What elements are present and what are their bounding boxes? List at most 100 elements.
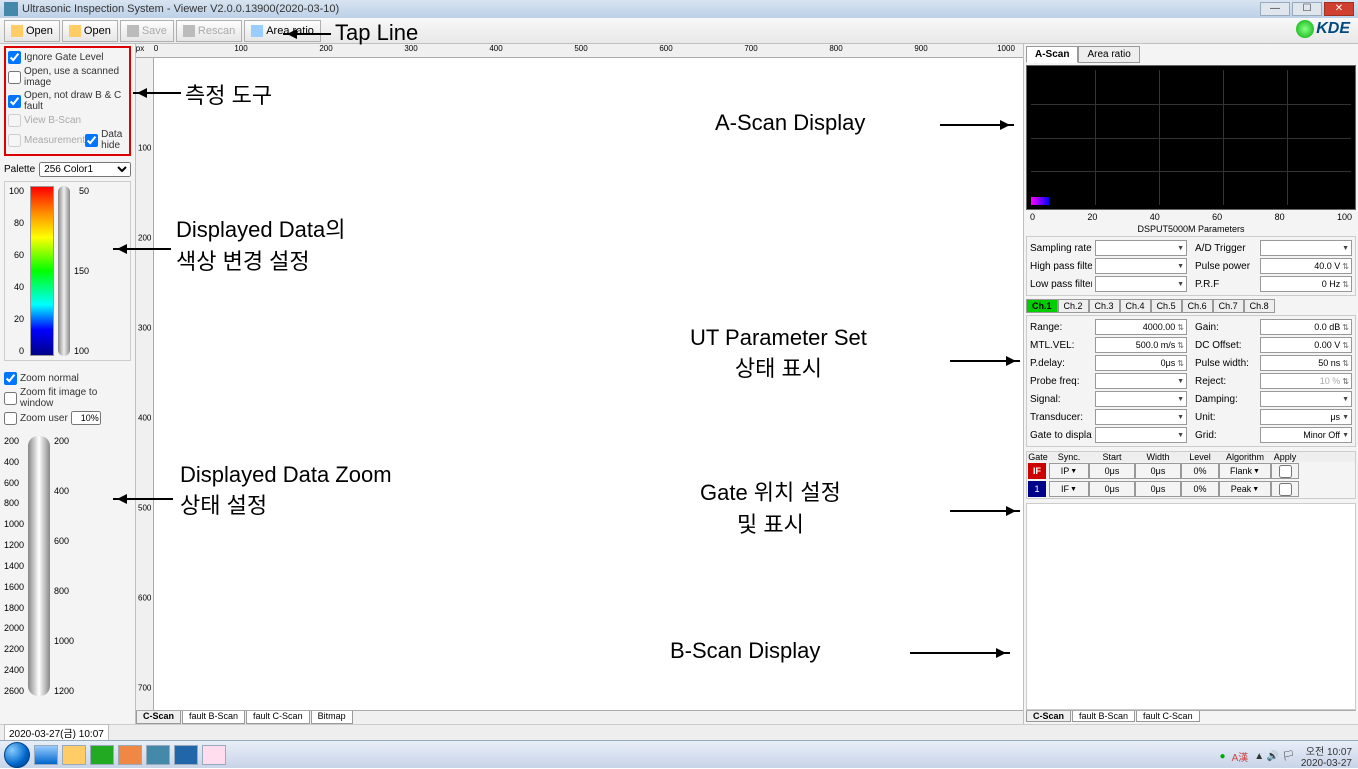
gate-if-apply[interactable] (1271, 463, 1299, 479)
sampling-rate-select[interactable] (1095, 240, 1187, 256)
datahide-label: Data hide (101, 129, 127, 151)
open-scanned-label: Open, use a scanned image (24, 66, 127, 88)
close-button[interactable]: ✕ (1324, 2, 1354, 16)
tray-icons[interactable]: ▲ 🔊 🏳 (1254, 751, 1295, 762)
rescan-button[interactable]: Rescan (176, 20, 242, 42)
damping-select[interactable] (1260, 391, 1352, 407)
gate-1-apply[interactable] (1271, 481, 1299, 497)
arrow-gate (950, 510, 1020, 512)
signal-select[interactable] (1095, 391, 1187, 407)
tab-ch4[interactable]: Ch.4 (1120, 299, 1151, 313)
ascan-display[interactable] (1026, 65, 1356, 210)
unit-select[interactable]: μs (1260, 409, 1352, 425)
gatedisplay-select[interactable] (1095, 427, 1187, 443)
taskbar-app-icon[interactable] (118, 745, 142, 765)
taskbar-excel-icon[interactable] (90, 745, 114, 765)
maximize-button[interactable]: ☐ (1292, 2, 1322, 16)
taskbar-ie-icon[interactable] (34, 745, 58, 765)
gate-if-badge: IF (1028, 463, 1046, 479)
reject-spin[interactable]: 10 % (1260, 373, 1352, 389)
zoom-normal-label: Zoom normal (20, 373, 79, 384)
ignore-gate-checkbox[interactable] (8, 51, 21, 64)
tab-bitmap[interactable]: Bitmap (311, 711, 353, 724)
taskbar-paint-icon[interactable] (202, 745, 226, 765)
rtab-cscan[interactable]: C-Scan (1026, 711, 1071, 722)
datahide-checkbox[interactable] (85, 134, 98, 147)
pdelay-spin[interactable]: 0μs (1095, 355, 1187, 371)
gain-spin[interactable]: 0.0 dB (1260, 319, 1352, 335)
zoom-normal-checkbox[interactable] (4, 372, 17, 385)
taskbar-app3-icon[interactable] (174, 745, 198, 765)
gate-1-width[interactable]: 0μs (1135, 481, 1181, 497)
grid-select[interactable]: Minor Off (1260, 427, 1352, 443)
ad-trigger-select[interactable] (1260, 240, 1352, 256)
zoom-fit-checkbox[interactable] (4, 392, 17, 405)
probefreq-select[interactable] (1095, 373, 1187, 389)
zoom-scale-right: 20040060080010001200 (54, 436, 74, 696)
tab-fault-cscan[interactable]: fault C-Scan (246, 711, 310, 724)
tab-ch1[interactable]: Ch.1 (1026, 299, 1058, 313)
open-scanned-checkbox[interactable] (8, 71, 21, 84)
gate-1-algo[interactable]: Peak (1219, 481, 1271, 497)
start-button[interactable] (4, 742, 30, 768)
pulsewidth-spin[interactable]: 50 ns (1260, 355, 1352, 371)
minimize-button[interactable]: — (1260, 2, 1290, 16)
dcoffset-spin[interactable]: 0.00 V (1260, 337, 1352, 353)
tab-ch7[interactable]: Ch.7 (1213, 299, 1244, 313)
vertical-ruler: 100 200 300 400 500 600 700 (136, 58, 154, 710)
arrow-measure (133, 92, 181, 94)
tray-time: 오전 10:07 (1306, 747, 1352, 758)
highpass-select[interactable] (1095, 258, 1187, 274)
transducer-select[interactable] (1095, 409, 1187, 425)
tab-area-ratio[interactable]: Area ratio (1078, 46, 1139, 63)
ascan-params-title: DSPUT5000M Parameters (1026, 222, 1356, 236)
arrow-tapline (283, 33, 331, 35)
tab-ch3[interactable]: Ch.3 (1089, 299, 1120, 313)
pulse-power-spin[interactable]: 40.0 V (1260, 258, 1352, 274)
prf-spin[interactable]: 0 Hz (1260, 276, 1352, 292)
mtlvel-spin[interactable]: 500.0 m/s (1095, 337, 1187, 353)
open-notdraw-checkbox[interactable] (8, 95, 21, 108)
tab-ch6[interactable]: Ch.6 (1182, 299, 1213, 313)
tray-ime[interactable]: A漢 (1232, 749, 1249, 764)
gate-1-start[interactable]: 0μs (1089, 481, 1135, 497)
tab-ascan[interactable]: A-Scan (1026, 46, 1078, 63)
channel-tabs: Ch.1 Ch.2 Ch.3 Ch.4 Ch.5 Ch.6 Ch.7 Ch.8 (1026, 299, 1356, 313)
tab-ch2[interactable]: Ch.2 (1058, 299, 1089, 313)
open-button-2[interactable]: Open (62, 20, 118, 42)
gate-if-level[interactable]: 0% (1181, 463, 1219, 479)
gate-if-algo[interactable]: Flank (1219, 463, 1271, 479)
taskbar-app2-icon[interactable] (146, 745, 170, 765)
range-spin[interactable]: 4000.00 (1095, 319, 1187, 335)
gate-if-sync[interactable]: IP (1049, 463, 1089, 479)
save-button[interactable]: Save (120, 20, 174, 42)
gate-if-start[interactable]: 0μs (1089, 463, 1135, 479)
taskbar-explorer-icon[interactable] (62, 745, 86, 765)
zoom-cylinder-box: 2004006008001000120014001600180020002200… (4, 436, 131, 696)
tab-ch8[interactable]: Ch.8 (1244, 299, 1275, 313)
bscan-display[interactable] (1026, 503, 1356, 710)
open-button-1[interactable]: Open (4, 20, 60, 42)
palette-select[interactable]: 256 Color1 (39, 162, 131, 177)
tab-cscan[interactable]: C-Scan (136, 711, 181, 724)
center-bottom-tabs: C-Scan fault B-Scan fault C-Scan Bitmap (136, 710, 1023, 724)
zoom-user-value[interactable] (71, 411, 101, 425)
zoom-scale-left: 2004006008001000120014001600180020002200… (4, 436, 24, 696)
zoom-user-checkbox[interactable] (4, 412, 17, 425)
palette-label: Palette (4, 164, 35, 175)
gate-1-level[interactable]: 0% (1181, 481, 1219, 497)
tab-fault-bscan[interactable]: fault B-Scan (182, 711, 245, 724)
scan-canvas[interactable] (154, 58, 1023, 710)
rtab-fault-bscan[interactable]: fault B-Scan (1072, 711, 1135, 722)
tab-ch5[interactable]: Ch.5 (1151, 299, 1182, 313)
ascan-xaxis: 020406080100 (1026, 212, 1356, 222)
arrow-zoom (113, 498, 173, 500)
gate-1-sync[interactable]: IF (1049, 481, 1089, 497)
palette-cylinder[interactable] (58, 186, 70, 356)
lowpass-select[interactable] (1095, 276, 1187, 292)
system-tray: ● A漢 ▲ 🔊 🏳 오전 10:07 2020-03-27 (1220, 743, 1352, 769)
gate-if-width[interactable]: 0μs (1135, 463, 1181, 479)
center-canvas: px 0 100 200 300 400 500 600 700 800 900… (136, 44, 1023, 724)
zoom-cylinder[interactable] (28, 436, 50, 696)
rtab-fault-cscan[interactable]: fault C-Scan (1136, 711, 1200, 722)
